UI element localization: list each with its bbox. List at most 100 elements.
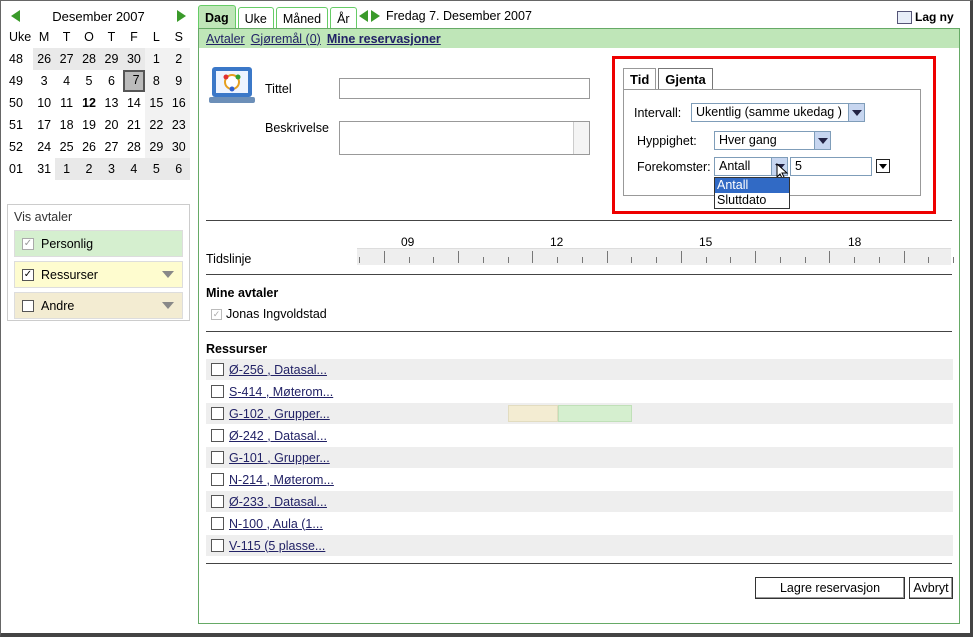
occurrences-count-input[interactable]: 5: [790, 157, 872, 176]
resource-checkbox[interactable]: [211, 407, 224, 420]
calendar-day[interactable]: 4: [122, 158, 146, 180]
filter-andre[interactable]: Andre: [14, 292, 183, 319]
calendar-day[interactable]: 11: [55, 92, 77, 114]
calendar-day[interactable]: 16: [167, 92, 190, 114]
calendar-day[interactable]: 26: [32, 48, 56, 70]
resource-link[interactable]: N-100 , Aula (1...: [229, 517, 323, 531]
calendar-day[interactable]: 12: [78, 92, 100, 114]
calendar-day[interactable]: 26: [78, 136, 100, 158]
expand-icon[interactable]: [162, 271, 174, 278]
calendar-day[interactable]: 25: [55, 136, 77, 158]
calendar-day[interactable]: 5: [145, 158, 168, 180]
week-number[interactable]: 51: [7, 114, 33, 136]
calendar-day[interactable]: 4: [55, 70, 77, 92]
resource-checkbox[interactable]: [211, 539, 224, 552]
link-mine-reservasjoner[interactable]: Mine reservasjoner: [327, 32, 441, 46]
calendar-day[interactable]: 6: [100, 70, 122, 92]
calendar-day[interactable]: 2: [167, 48, 190, 70]
filter-ressurser[interactable]: ✓ Ressurser: [14, 261, 183, 288]
resource-link[interactable]: Ø-256 , Datasal...: [229, 363, 327, 377]
resource-link[interactable]: G-102 , Grupper...: [229, 407, 330, 421]
calendar-day[interactable]: 17: [33, 114, 55, 136]
booking-block[interactable]: [558, 405, 632, 422]
calendar-day[interactable]: 28: [77, 48, 101, 70]
calendar-day[interactable]: 21: [123, 114, 145, 136]
resource-link[interactable]: Ø-233 , Datasal...: [229, 495, 327, 509]
person-checkbox[interactable]: ✓: [211, 308, 222, 320]
calendar-day[interactable]: 29: [145, 136, 168, 158]
calendar-day[interactable]: 5: [78, 70, 100, 92]
resource-link[interactable]: Ø-242 , Datasal...: [229, 429, 327, 443]
calendar-day[interactable]: 19: [78, 114, 100, 136]
prev-month-icon[interactable]: [11, 10, 20, 22]
calendar-day[interactable]: 13: [100, 92, 122, 114]
week-number[interactable]: 50: [7, 92, 33, 114]
tab-tid[interactable]: Tid: [623, 68, 657, 89]
calendar-day[interactable]: 23: [167, 114, 190, 136]
textarea-scrollbar[interactable]: [573, 122, 589, 154]
booking-block[interactable]: [508, 405, 558, 422]
resource-checkbox[interactable]: [211, 451, 224, 464]
calendar-day[interactable]: 3: [100, 158, 123, 180]
resource-link[interactable]: G-101 , Grupper...: [229, 451, 330, 465]
link-gjoremal[interactable]: Gjøremål (0): [251, 32, 321, 46]
week-number[interactable]: 49: [7, 70, 33, 92]
calendar-day[interactable]: 29: [100, 48, 123, 70]
title-input[interactable]: [339, 78, 590, 99]
calendar-day[interactable]: 27: [55, 48, 78, 70]
date-picker-button[interactable]: [876, 159, 890, 173]
calendar-day[interactable]: 31: [33, 158, 55, 180]
calendar-day[interactable]: 9: [167, 70, 190, 92]
calendar-day[interactable]: 20: [100, 114, 122, 136]
calendar-day[interactable]: 30: [122, 48, 146, 70]
tab-dag[interactable]: Dag: [198, 5, 236, 29]
calendar-day[interactable]: 6: [167, 158, 190, 180]
calendar-day[interactable]: 8: [145, 70, 168, 92]
calendar-day[interactable]: 24: [33, 136, 55, 158]
calendar-day[interactable]: 30: [167, 136, 190, 158]
tab-gjenta[interactable]: Gjenta: [658, 68, 713, 90]
chevron-down-icon[interactable]: [814, 132, 830, 149]
next-month-icon[interactable]: [177, 10, 186, 22]
calendar-day[interactable]: 28: [123, 136, 145, 158]
calendar-day[interactable]: 7: [122, 70, 146, 92]
resource-checkbox[interactable]: [211, 363, 224, 376]
calendar-day[interactable]: 10: [33, 92, 55, 114]
resource-checkbox[interactable]: [211, 429, 224, 442]
resource-checkbox[interactable]: [211, 517, 224, 530]
resource-checkbox[interactable]: [211, 495, 224, 508]
tab-ar[interactable]: År: [330, 7, 357, 29]
next-day-icon[interactable]: [371, 10, 380, 22]
checkbox-ressurser[interactable]: ✓: [22, 268, 34, 281]
filter-personlig[interactable]: ✓ Personlig: [14, 230, 183, 257]
resource-link[interactable]: V-115 (5 plasse...: [229, 539, 325, 553]
link-avtaler[interactable]: Avtaler: [206, 32, 245, 46]
save-button[interactable]: Lagre reservasjon: [755, 577, 905, 599]
option-antall[interactable]: Antall: [715, 178, 789, 193]
calendar-day[interactable]: 2: [77, 158, 101, 180]
week-number[interactable]: 01: [7, 158, 33, 180]
interval-select[interactable]: Ukentlig (samme ukedag ): [691, 103, 865, 122]
new-button[interactable]: Lag ny: [897, 10, 954, 24]
description-textarea[interactable]: [339, 121, 590, 155]
calendar-day[interactable]: 3: [33, 70, 55, 92]
tab-maned[interactable]: Måned: [275, 7, 329, 29]
week-number[interactable]: 48: [7, 48, 33, 70]
calendar-day[interactable]: 18: [55, 114, 77, 136]
calendar-day[interactable]: 15: [145, 92, 168, 114]
resource-link[interactable]: S-414 , Møterom...: [229, 385, 333, 399]
resource-checkbox[interactable]: [211, 473, 224, 486]
calendar-day[interactable]: 27: [100, 136, 122, 158]
tab-uke[interactable]: Uke: [237, 7, 274, 29]
resource-checkbox[interactable]: [211, 385, 224, 398]
frequency-select[interactable]: Hver gang: [714, 131, 831, 150]
calendar-day[interactable]: 1: [145, 48, 168, 70]
option-sluttdato[interactable]: Sluttdato: [715, 193, 789, 208]
prev-day-icon[interactable]: [359, 10, 368, 22]
chevron-down-icon[interactable]: [848, 104, 864, 121]
week-number[interactable]: 52: [7, 136, 33, 158]
expand-icon[interactable]: [162, 302, 174, 309]
calendar-day[interactable]: 1: [55, 158, 78, 180]
checkbox-andre[interactable]: [22, 299, 34, 312]
cancel-button[interactable]: Avbryt: [909, 577, 953, 599]
